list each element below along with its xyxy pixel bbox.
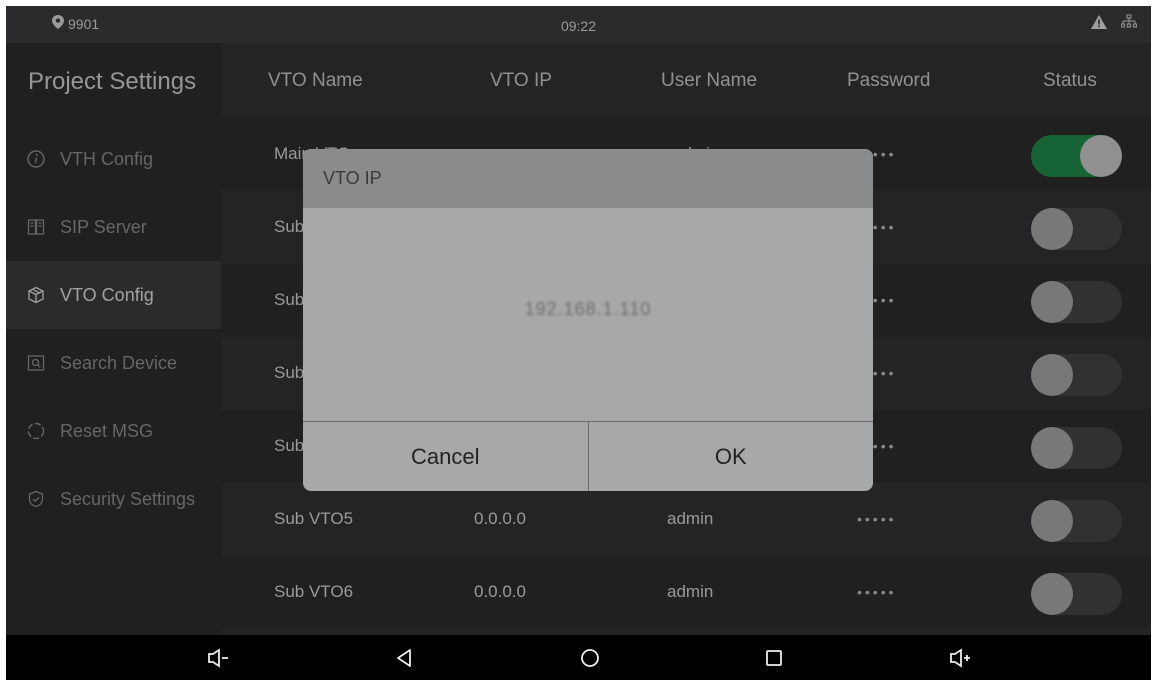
network-icon[interactable] — [1120, 14, 1138, 33]
device-screen: 9901 09:22 Project Settings VTH Config S… — [6, 6, 1151, 680]
dialog-header: VTO IP — [303, 149, 873, 208]
vto-ip-dialog: VTO IP 192.168.1.110 Cancel OK — [303, 149, 873, 491]
clock: 09:22 — [560, 18, 597, 34]
warning-icon[interactable] — [1091, 15, 1107, 32]
recents-icon[interactable] — [760, 644, 788, 672]
status-bar: 9901 09:22 — [6, 6, 1151, 43]
ok-button[interactable]: OK — [587, 422, 874, 491]
volume-up-icon[interactable] — [946, 644, 974, 672]
back-icon[interactable] — [390, 644, 418, 672]
cancel-button[interactable]: Cancel — [303, 422, 588, 491]
ip-value[interactable]: 192.168.1.110 — [303, 299, 873, 320]
volume-down-icon[interactable] — [204, 644, 232, 672]
dialog-title: VTO IP — [323, 168, 382, 188]
home-icon[interactable] — [576, 644, 604, 672]
navigation-bar — [6, 635, 1151, 680]
app-window: 9901 09:22 Project Settings VTH Config S… — [6, 6, 1151, 635]
